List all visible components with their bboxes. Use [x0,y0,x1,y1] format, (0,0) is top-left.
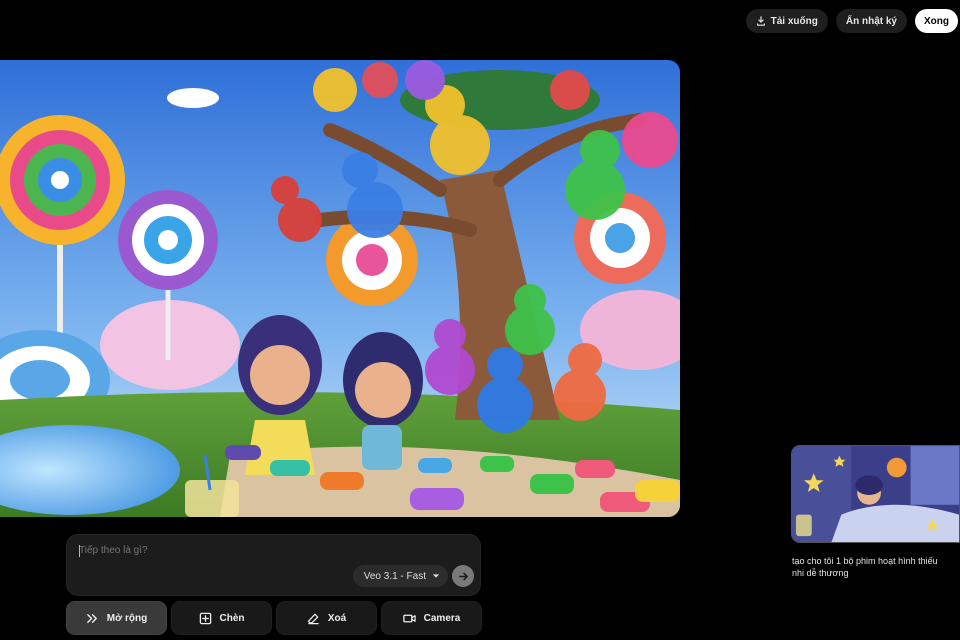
video-preview[interactable] [0,60,680,517]
hide-log-button[interactable]: Ẩn nhật ký [835,9,907,33]
camera-button[interactable]: Camera [381,601,482,635]
erase-button[interactable]: Xoá [276,601,377,635]
plus-box-icon [199,612,211,624]
insert-button[interactable]: Chèn [171,601,272,635]
prompt-box: Veo 3.1 - Fast [66,534,481,596]
top-actions: Tải xuống Ẩn nhật ký Xong [745,9,958,33]
send-button[interactable] [452,565,474,587]
download-label: Tải xuống [770,15,818,27]
download-button[interactable]: Tải xuống [745,9,828,33]
model-label: Veo 3.1 - Fast [363,570,426,582]
chevron-down-icon [432,574,440,578]
download-icon [756,16,765,26]
arrow-right-icon [458,572,468,580]
expand-button[interactable]: Mở rộng [66,601,167,635]
done-button[interactable]: Xong [915,9,958,33]
text-caret [79,545,80,557]
history-caption: tạo cho tôi 1 bộ phim hoạt hình thiếu nh… [792,556,938,578]
camera-icon [402,614,416,622]
erase-label: Xoá [327,612,347,624]
expand-icon [86,613,97,623]
eraser-icon [307,613,319,624]
done-label: Xong [924,15,949,27]
camera-label: Camera [423,612,461,624]
expand-label: Mở rộng [106,612,148,624]
candy-land-scene [0,60,680,517]
prompt-input[interactable] [79,545,379,556]
history-thumbnail[interactable] [791,445,960,543]
hide-log-label: Ẩn nhật ký [845,15,897,27]
model-selector[interactable]: Veo 3.1 - Fast [352,565,448,587]
insert-label: Chèn [219,612,245,624]
bedroom-scene [792,446,959,542]
action-toolbar: Mở rộng Chèn Xoá Camera [66,601,482,635]
